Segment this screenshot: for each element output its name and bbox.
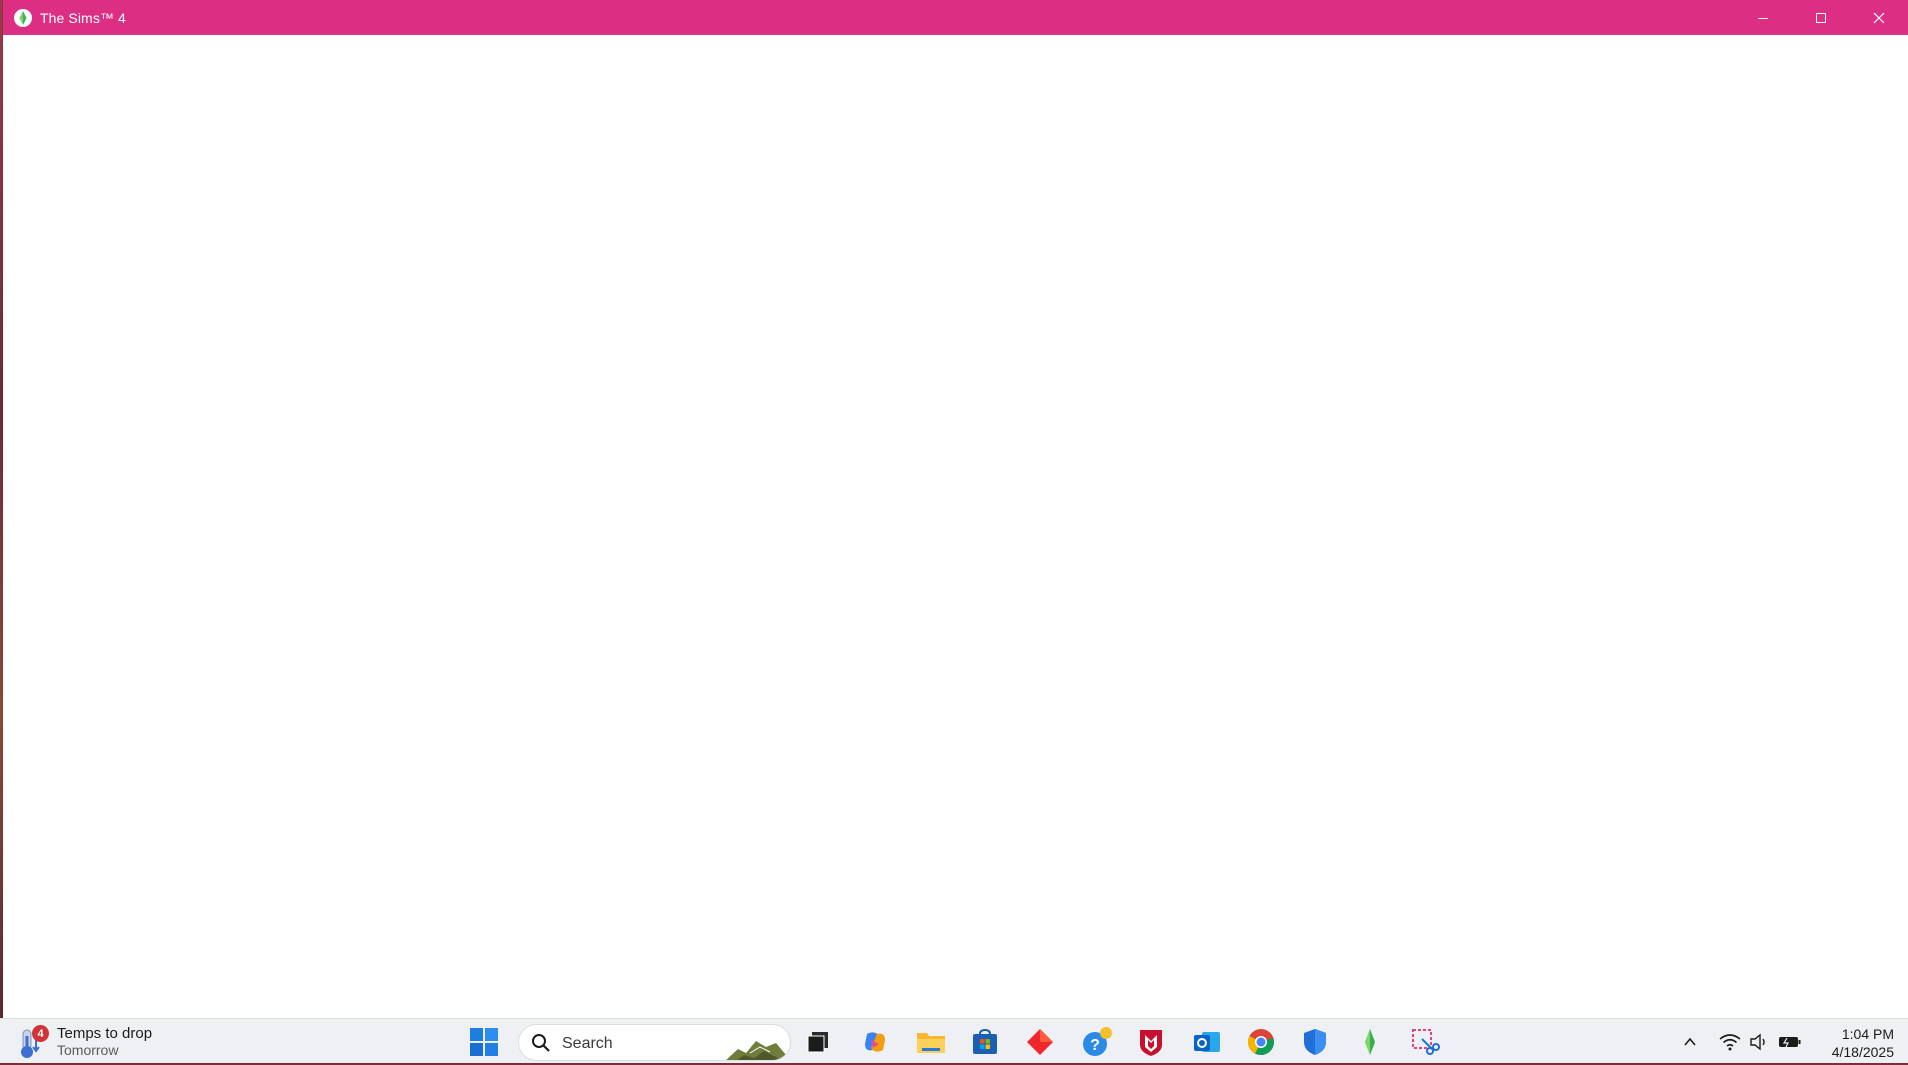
svg-text:?: ? [1090, 1037, 1100, 1054]
maximize-icon [1816, 12, 1826, 23]
wifi-icon [1719, 1034, 1741, 1051]
weather-subtitle: Tomorrow [57, 1042, 119, 1058]
window-title: The Sims™ 4 [40, 9, 126, 26]
diamond-app-button[interactable] [1022, 1025, 1058, 1059]
battery-icon [1779, 1037, 1801, 1048]
volume-button[interactable] [1747, 1030, 1771, 1054]
show-hidden-icons-button[interactable] [1678, 1030, 1702, 1054]
close-button[interactable] [1850, 0, 1908, 35]
file-explorer-button[interactable] [913, 1025, 949, 1059]
clock-date: 4/18/2025 [1831, 1044, 1894, 1060]
copilot-button[interactable] [857, 1025, 893, 1059]
weather-widget[interactable]: 4 Temps to drop Tomorrow [14, 1023, 152, 1061]
app-window: The Sims™ 4 [3, 0, 1908, 1018]
mcafee-icon [1140, 1030, 1162, 1056]
minimize-button[interactable] [1734, 0, 1792, 35]
search-highlight-image [726, 1041, 789, 1060]
search-box[interactable]: Search [518, 1024, 791, 1061]
windows-start-icon [470, 1028, 498, 1056]
diamond-app-icon [1027, 1029, 1053, 1055]
clock-time: 1:04 PM [1841, 1026, 1894, 1042]
snipping-tool-icon [1412, 1029, 1440, 1055]
microsoft-store-button[interactable] [967, 1025, 1003, 1059]
task-view-icon [807, 1032, 828, 1053]
notification-badge: 4 [32, 1025, 49, 1042]
maximize-button[interactable] [1792, 0, 1850, 35]
window-controls [1734, 0, 1908, 35]
outlook-icon [1194, 1032, 1220, 1052]
start-button[interactable] [466, 1025, 502, 1059]
sims-app-icon [1365, 1029, 1375, 1055]
help-app-button[interactable]: ? [1079, 1025, 1115, 1059]
close-icon [1873, 12, 1885, 23]
taskbar: 4 Temps to drop Tomorrow Search ? 1:04 P… [0, 1018, 1908, 1063]
title-bar[interactable]: The Sims™ 4 [3, 0, 1908, 35]
copilot-icon [865, 1032, 885, 1052]
chrome-icon [1247, 1029, 1274, 1056]
chrome-button[interactable] [1243, 1025, 1279, 1059]
help-app-icon: ? [1083, 1027, 1112, 1056]
search-icon [532, 1034, 550, 1052]
battery-button[interactable] [1778, 1030, 1802, 1054]
minimize-icon [1758, 17, 1768, 19]
chevron-up-icon [1684, 1037, 1696, 1046]
defender-shield-icon [1304, 1029, 1326, 1055]
snipping-tool-button[interactable] [1407, 1025, 1443, 1059]
thermometer-icon: 4 [14, 1024, 49, 1060]
speaker-icon [1750, 1033, 1765, 1051]
search-placeholder: Search [562, 1035, 613, 1052]
sims-app-button[interactable] [1352, 1025, 1388, 1059]
network-button[interactable] [1718, 1030, 1742, 1054]
task-view-button[interactable] [800, 1025, 836, 1059]
microsoft-store-icon [973, 1028, 997, 1054]
clock[interactable]: 1:04 PM 4/18/2025 [1832, 1025, 1894, 1061]
mcafee-button[interactable] [1133, 1025, 1169, 1059]
defender-button[interactable] [1297, 1025, 1333, 1059]
outlook-button[interactable] [1189, 1025, 1225, 1059]
file-explorer-icon [917, 1033, 945, 1053]
game-content-area[interactable] [3, 35, 1908, 1018]
sims-plumbob-icon [13, 8, 33, 28]
weather-title: Temps to drop [57, 1025, 153, 1042]
